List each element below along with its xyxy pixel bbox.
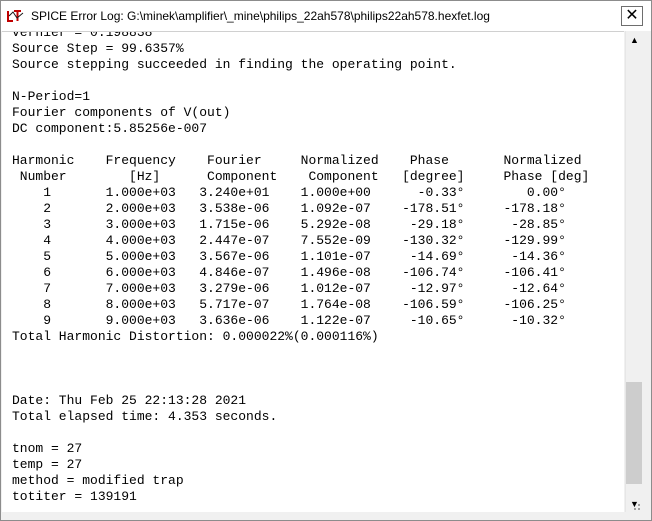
resize-grip-icon[interactable] — [625, 496, 642, 512]
spice-error-log-window: SPICE Error Log: G:\minek\amplifier\_min… — [0, 0, 652, 521]
arrow-up-icon: ▲ — [630, 34, 639, 45]
scroll-up-button[interactable]: ▲ — [626, 31, 643, 48]
window-title: SPICE Error Log: G:\minek\amplifier\_min… — [31, 9, 490, 23]
ltspice-app-icon — [7, 9, 25, 23]
window-bottom-border — [2, 512, 642, 520]
log-text[interactable]: vernier = 0.198838 Source Step = 99.6357… — [12, 32, 589, 505]
vertical-scrollbar[interactable]: ▲ ▼ — [625, 31, 643, 512]
title-bar[interactable]: SPICE Error Log: G:\minek\amplifier\_min… — [1, 1, 651, 31]
log-text-area[interactable]: vernier = 0.198838 Source Step = 99.6357… — [2, 31, 624, 513]
close-button[interactable]: ✕ — [621, 6, 643, 26]
close-icon: ✕ — [625, 7, 639, 24]
scroll-thumb[interactable] — [626, 382, 642, 484]
